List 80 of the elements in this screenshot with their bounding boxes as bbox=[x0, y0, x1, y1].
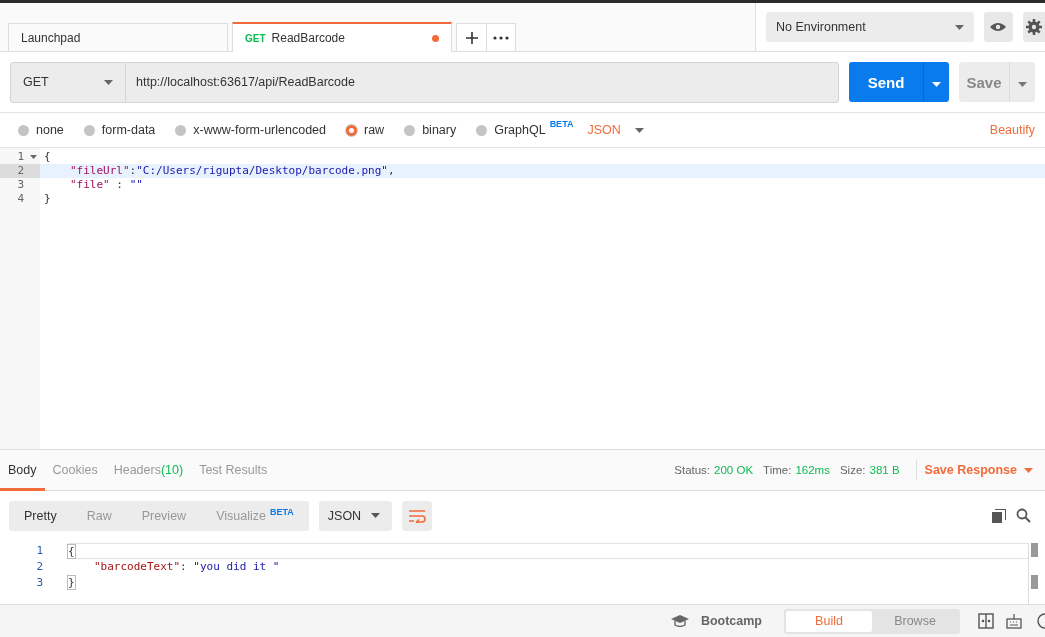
caret-icon bbox=[370, 513, 380, 518]
plus-icon bbox=[464, 30, 479, 45]
radio-label: x-www-form-urlencoded bbox=[193, 123, 326, 137]
settings-icon bbox=[1026, 19, 1043, 35]
caret-icon bbox=[634, 127, 644, 133]
response-tab[interactable]: Test Results bbox=[191, 449, 276, 491]
radio-label: form-data bbox=[101, 123, 156, 137]
stat-label: Size: bbox=[839, 464, 866, 476]
response-tab[interactable]: Headers(10) bbox=[105, 449, 192, 491]
send-options-button[interactable] bbox=[923, 62, 949, 102]
help-icon[interactable] bbox=[1036, 613, 1045, 629]
search-icon[interactable] bbox=[1016, 508, 1031, 523]
code-line: { bbox=[44, 150, 51, 163]
eye-icon bbox=[990, 22, 1007, 32]
radio-label: raw bbox=[364, 123, 385, 137]
line-number: 1 bbox=[16, 150, 25, 164]
save-response-button[interactable]: Save Response bbox=[924, 463, 1033, 477]
radio-button[interactable] bbox=[404, 124, 416, 136]
format-dropdown[interactable]: JSON bbox=[318, 500, 392, 531]
radio-button[interactable] bbox=[83, 124, 95, 136]
caret-icon bbox=[954, 24, 964, 30]
tab-title: ReadBarcode bbox=[271, 31, 346, 45]
tab-title: Launchpad bbox=[21, 30, 82, 45]
code-line: { bbox=[68, 545, 75, 558]
wrap-lines-icon bbox=[407, 508, 426, 523]
response-tab[interactable]: Cookies bbox=[44, 449, 106, 491]
line-number: 2 bbox=[36, 560, 43, 573]
view-mode-button[interactable]: Raw bbox=[71, 500, 127, 531]
view-mode-button[interactable]: Visualize $^{BETA}$ bbox=[201, 500, 309, 531]
radio-label: none bbox=[36, 123, 64, 137]
radio-button[interactable] bbox=[18, 124, 29, 136]
radio-label: GraphQL bbox=[494, 123, 546, 137]
graduation-cap-icon bbox=[670, 615, 689, 627]
code-line: "barcodeText": "you did it " bbox=[94, 560, 280, 573]
stat-value: 162ms bbox=[795, 464, 830, 476]
save-options-button[interactable] bbox=[1009, 62, 1035, 102]
response-tab[interactable]: Body bbox=[0, 449, 45, 491]
format-dropdown[interactable]: JSON bbox=[587, 123, 644, 137]
settings-button[interactable] bbox=[1023, 12, 1045, 42]
line-number: 3 bbox=[36, 576, 43, 589]
radio-button[interactable] bbox=[346, 124, 357, 136]
caret-icon bbox=[1024, 467, 1033, 473]
request-tab[interactable]: Launchpad bbox=[8, 23, 228, 51]
method-label: GET bbox=[245, 32, 266, 44]
code-line: "fileUrl":"C:/Users/rigupta/Desktop/barcode.png", bbox=[70, 164, 395, 177]
eye-button[interactable] bbox=[983, 12, 1014, 42]
environment-dropdown[interactable]: No Environment bbox=[766, 12, 974, 42]
radio-button[interactable] bbox=[476, 124, 488, 136]
line-number: 3 bbox=[16, 178, 25, 192]
stat-value: 200 OK bbox=[714, 464, 754, 476]
mode-button[interactable]: Build bbox=[786, 610, 872, 632]
line-number: 1 bbox=[36, 544, 43, 557]
code-line: } bbox=[68, 576, 75, 589]
save-button[interactable]: Save bbox=[959, 62, 1009, 102]
send-button[interactable]: Send bbox=[849, 62, 923, 102]
code-line: "file" : "" bbox=[70, 178, 143, 191]
stat-label: Time: bbox=[763, 464, 792, 476]
view-mode-button[interactable]: Preview bbox=[126, 500, 202, 531]
fold-icon[interactable] bbox=[30, 155, 37, 159]
bootcamp-link[interactable]: Bootcamp bbox=[700, 614, 762, 628]
caret-icon bbox=[932, 81, 941, 87]
stat-label: Status: bbox=[674, 464, 711, 476]
beautify-link[interactable]: Beautify bbox=[989, 123, 1035, 137]
more-icon bbox=[493, 35, 509, 40]
two-pane-icon[interactable] bbox=[978, 613, 994, 629]
mode-button[interactable]: Browse bbox=[872, 610, 958, 632]
request-tab[interactable]: GET ReadBarcode bbox=[232, 22, 452, 52]
scrollbar-thumb[interactable] bbox=[1031, 543, 1038, 557]
code-line: } bbox=[44, 192, 51, 205]
beta-label: BETA bbox=[549, 119, 574, 129]
scrollbar-thumb[interactable] bbox=[1031, 575, 1038, 589]
line-number: 4 bbox=[16, 192, 25, 206]
stat-value: 381 B bbox=[869, 464, 900, 476]
caret-icon bbox=[1018, 81, 1027, 87]
radio-button[interactable] bbox=[175, 124, 187, 136]
wrap-button[interactable] bbox=[401, 500, 432, 531]
view-mode-button[interactable]: Pretty bbox=[9, 500, 72, 531]
radio-label: binary bbox=[422, 123, 457, 137]
copy-icon[interactable] bbox=[992, 508, 1006, 523]
keyboard-icon[interactable] bbox=[1006, 613, 1022, 629]
